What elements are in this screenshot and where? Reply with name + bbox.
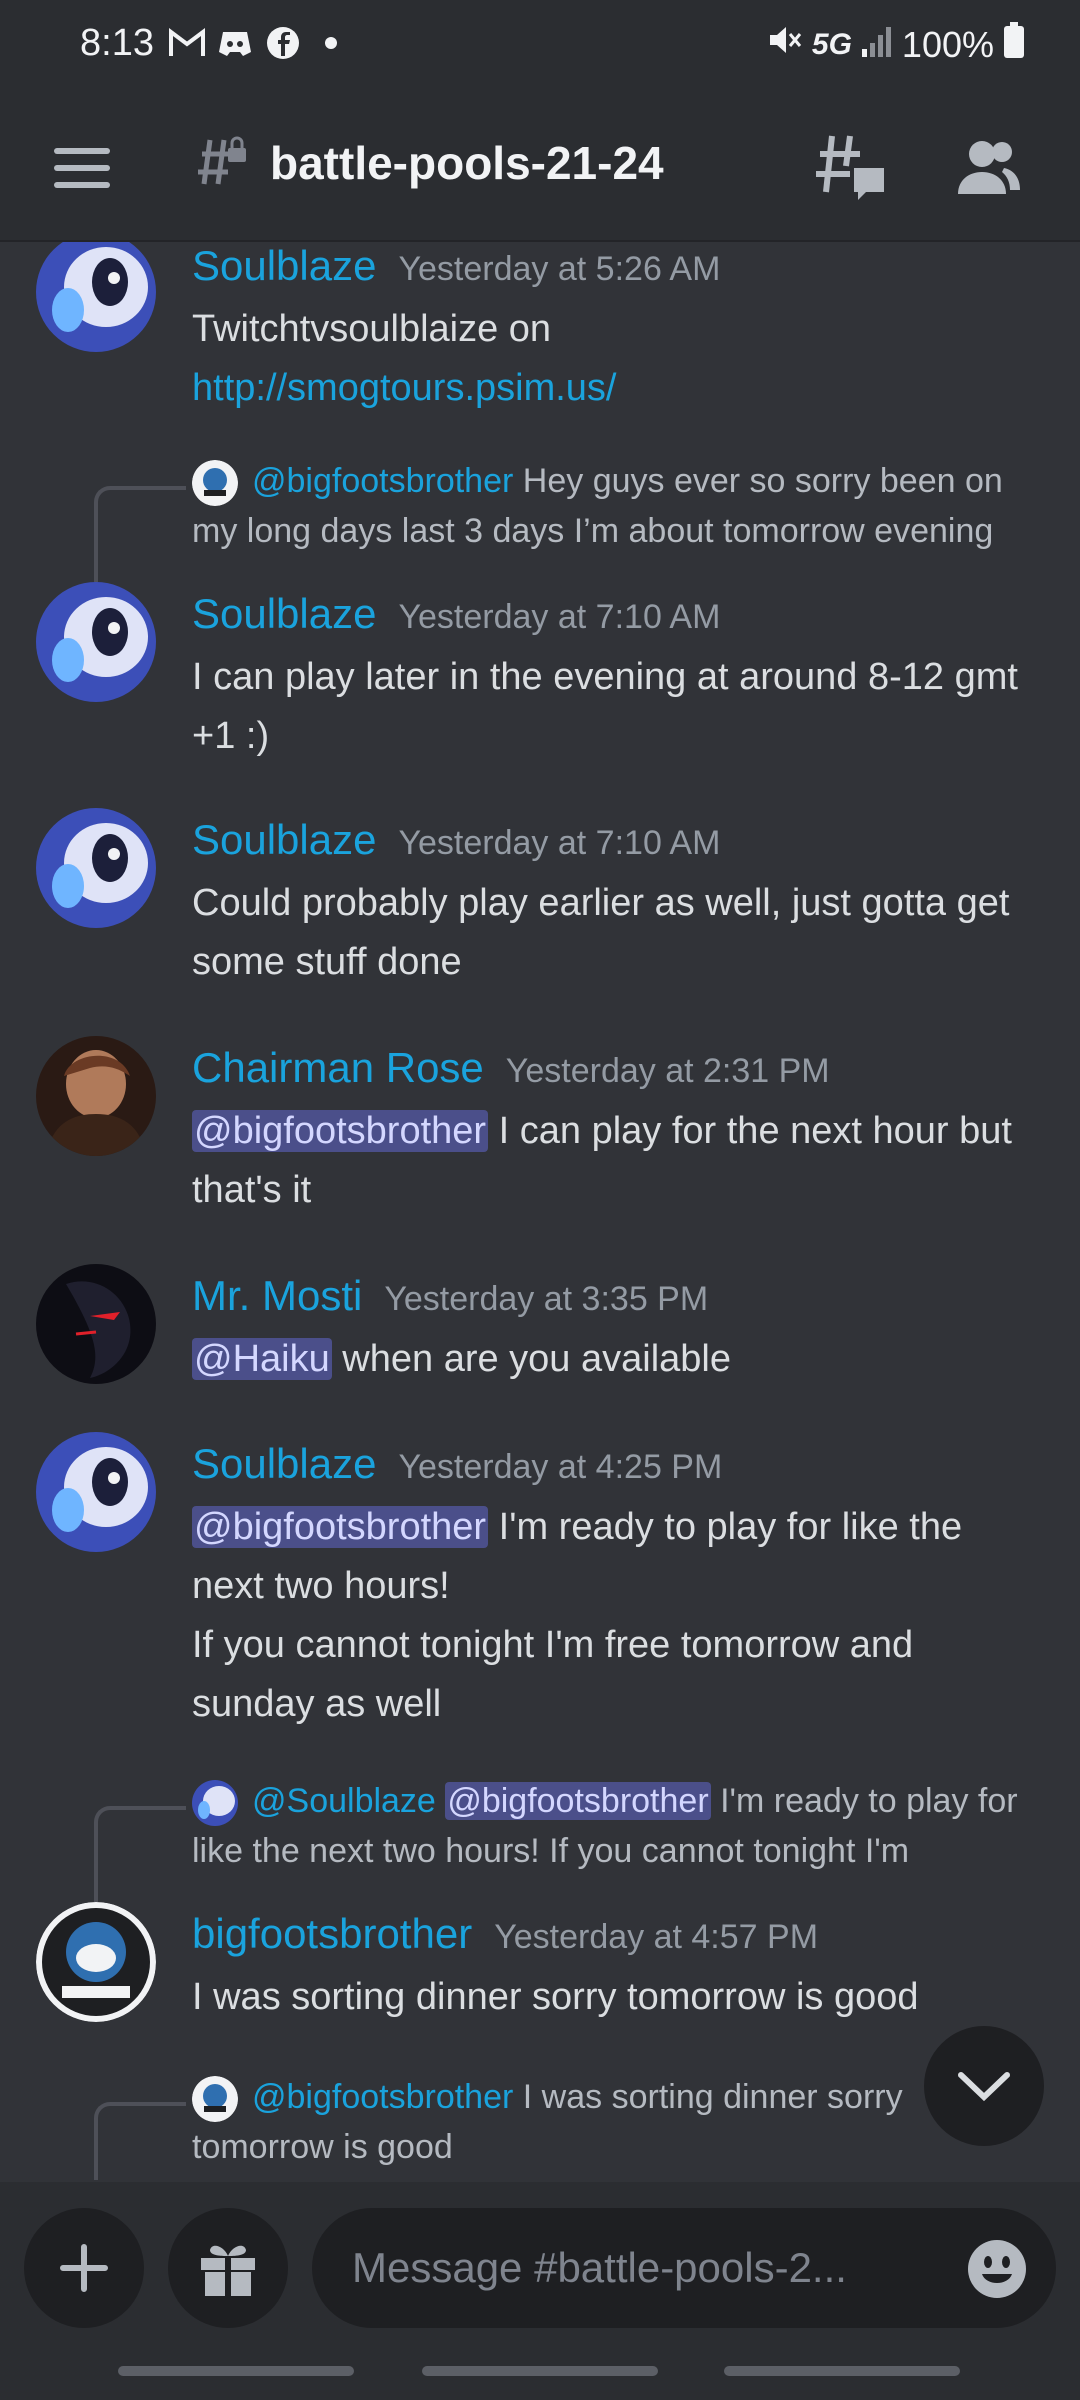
gift-button[interactable] — [168, 2208, 288, 2328]
nav-home-pill[interactable] — [422, 2366, 658, 2376]
status-time: 8:13 — [80, 22, 154, 64]
message-composer: Message #battle-pools-2... — [0, 2182, 1080, 2352]
avatar-chairman-rose[interactable] — [36, 1036, 156, 1156]
user-mention[interactable]: @bigfootsbrother — [192, 1110, 489, 1152]
reply-connector — [94, 1806, 186, 1902]
reply-author[interactable]: @bigfootsbrother — [252, 2078, 513, 2116]
gmail-icon — [168, 24, 206, 62]
status-bar: 8:13 5G 100% — [0, 0, 1080, 96]
message-timestamp: Yesterday at 2:31 PM — [505, 1052, 830, 1090]
status-right: 5G 100% — [766, 22, 1024, 67]
message-author[interactable]: Soulblaze Yesterday at 4:25 PM — [192, 1440, 722, 1488]
message-content: Twitchtvsoulblaize on http://smogtours.p… — [192, 300, 1042, 418]
message-input-placeholder: Message #battle-pools-2... — [352, 2244, 847, 2291]
channel-header: battle-pools-21-24 — [0, 96, 1080, 242]
message-author[interactable]: Soulblaze Yesterday at 7:10 AM — [192, 816, 720, 864]
message-content: I was sorting dinner sorry tomorrow is g… — [192, 1976, 919, 2018]
message-input[interactable]: Message #battle-pools-2... — [312, 2208, 1056, 2328]
reply-text: @bigfootsbrother I was sorting dinner so… — [192, 2078, 903, 2166]
message-list[interactable]: Soulblaze Yesterday at 5:26 AM Twitchtvso… — [0, 242, 1080, 2180]
network-label: 5G — [811, 27, 852, 61]
user-mention[interactable]: @bigfootsbrother — [192, 1506, 489, 1548]
message-author[interactable]: Chairman Rose Yesterday at 2:31 PM — [192, 1044, 830, 1092]
reply-connector — [94, 486, 186, 582]
message-timestamp: Yesterday at 5:26 AM — [398, 250, 721, 288]
mute-icon — [766, 22, 802, 67]
avatar-soulblaze[interactable] — [36, 242, 156, 352]
avatar-soulblaze[interactable] — [36, 1432, 156, 1552]
message-author[interactable]: Soulblaze Yesterday at 5:26 AM — [192, 242, 720, 290]
dot-icon — [312, 24, 350, 62]
attach-button[interactable] — [24, 2208, 144, 2328]
facebook-icon — [264, 24, 302, 62]
reply-text: @Soulblaze @bigfootsbrother I'm ready to… — [192, 1782, 1018, 1870]
reply-connector — [94, 2102, 186, 2180]
channel-name: battle-pools-21-24 — [270, 137, 664, 189]
reply-text: @bigfootsbrother Hey guys ever so sorry … — [192, 462, 1003, 550]
message-author[interactable]: Mr. Mosti Yesterday at 3:35 PM — [192, 1272, 708, 1320]
avatar-bigfootsbrother[interactable] — [36, 1902, 156, 2022]
discord-icon — [216, 24, 254, 62]
gift-icon — [201, 2245, 255, 2298]
jump-to-bottom-button[interactable] — [924, 2026, 1044, 2146]
message-timestamp: Yesterday at 4:57 PM — [494, 1918, 819, 1956]
user-mention[interactable]: @Haiku — [192, 1338, 332, 1380]
battery-label: 100% — [901, 23, 994, 65]
chevron-down-icon — [958, 2072, 1010, 2102]
user-mention[interactable]: @bigfootsbrother — [445, 1782, 711, 1820]
reply-author[interactable]: @Soulblaze — [252, 1782, 436, 1820]
nav-recents-pill[interactable] — [724, 2366, 960, 2376]
smiley-icon — [968, 2240, 1026, 2298]
reply-author[interactable]: @bigfootsbrother — [252, 462, 513, 500]
message-content: @bigfootsbrother I'm ready to play for l… — [192, 1506, 963, 1725]
notification-icons — [168, 24, 350, 62]
plus-icon — [60, 2244, 108, 2292]
system-navigation-bar — [0, 2352, 1080, 2400]
message-content: I can play later in the evening at aroun… — [192, 656, 1018, 757]
message-timestamp: Yesterday at 3:35 PM — [384, 1280, 709, 1318]
message-link[interactable]: http://smogtours.psim.us/ — [192, 359, 1042, 418]
battery-icon — [1004, 22, 1024, 67]
message-timestamp: Yesterday at 7:10 AM — [398, 824, 721, 862]
message-content: @bigfootsbrother I can play for the next… — [192, 1110, 1012, 1211]
threads-icon[interactable] — [812, 130, 888, 206]
message-content: Could probably play earlier as well, jus… — [192, 882, 1010, 983]
message-timestamp: Yesterday at 7:10 AM — [398, 598, 721, 636]
message-author[interactable]: bigfootsbrother Yesterday at 4:57 PM — [192, 1910, 818, 1958]
emoji-button[interactable] — [966, 2238, 1028, 2300]
members-icon[interactable] — [952, 132, 1024, 204]
avatar-mr-mosti[interactable] — [36, 1264, 156, 1384]
message-content: @Haiku when are you available — [192, 1338, 731, 1380]
message-timestamp: Yesterday at 4:25 PM — [398, 1448, 723, 1486]
avatar-soulblaze[interactable] — [36, 808, 156, 928]
nav-back-pill[interactable] — [118, 2366, 354, 2376]
message-author[interactable]: Soulblaze Yesterday at 7:10 AM — [192, 590, 720, 638]
avatar-soulblaze[interactable] — [36, 582, 156, 702]
menu-icon[interactable] — [54, 140, 110, 196]
signal-icon — [861, 24, 892, 66]
locked-channel-icon — [192, 132, 252, 192]
